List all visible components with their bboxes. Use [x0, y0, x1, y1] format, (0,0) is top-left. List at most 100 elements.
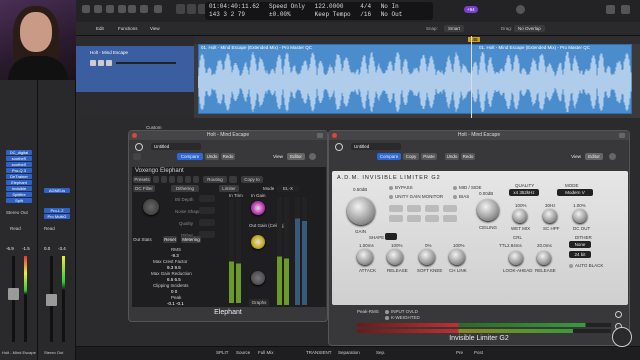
k-weighted-led[interactable] — [385, 316, 389, 320]
mode-select[interactable]: Modern V — [557, 189, 593, 196]
noise-shape-select[interactable] — [199, 207, 215, 214]
output-label[interactable]: Stereo Out — [6, 210, 28, 215]
sc-hpf-knob[interactable] — [543, 209, 557, 223]
redo-button[interactable]: Redo — [221, 153, 235, 160]
close-icon[interactable] — [132, 133, 137, 138]
presets-button[interactable]: Presets — [133, 176, 151, 183]
auto-black-led[interactable] — [569, 264, 573, 268]
bypass-led[interactable] — [389, 186, 393, 190]
adm-compare-button[interactable]: Compare — [377, 153, 401, 160]
record-enable-button[interactable] — [106, 60, 112, 66]
dither-bits-select[interactable]: 24 bit — [569, 251, 591, 258]
adm-redo-button[interactable]: Redo — [461, 153, 475, 160]
stereo-button-5[interactable] — [389, 215, 403, 222]
pre-button[interactable]: Pre — [456, 350, 463, 355]
expand-icon[interactable] — [317, 133, 323, 138]
limiter-toggle[interactable]: Limiter — [219, 185, 239, 192]
drag-select[interactable]: No Overlap — [514, 25, 545, 32]
rewind-icon[interactable] — [176, 4, 185, 14]
reset-button[interactable]: Reset — [163, 236, 177, 243]
soft-knee-knob[interactable] — [419, 249, 435, 265]
preset-a-icon[interactable] — [169, 176, 175, 183]
routing-button[interactable]: Routing — [203, 176, 227, 183]
graphs-select[interactable]: Graphs — [249, 299, 269, 306]
editors-icon[interactable] — [154, 5, 162, 13]
quality-select[interactable]: x4 352kHz — [509, 189, 539, 196]
stereo-button-4[interactable] — [443, 205, 457, 212]
preset-next-icon[interactable] — [161, 176, 167, 183]
look-ahead-knob[interactable] — [509, 251, 523, 265]
preset-b-icon[interactable] — [177, 176, 183, 183]
out-insert-2[interactable]: Pro-L 2 — [44, 208, 70, 213]
dc-filter-toggle[interactable]: DC Filter — [133, 185, 155, 192]
adm-undo-button[interactable]: Undo — [445, 153, 459, 160]
list-editors-icon[interactable] — [606, 5, 615, 14]
source-label[interactable]: Source — [236, 350, 250, 355]
mute-button[interactable] — [90, 60, 96, 66]
insert-slot-5[interactable]: DeTrainer — [6, 174, 32, 179]
release-knob[interactable] — [251, 271, 265, 285]
attack-knob[interactable] — [357, 249, 373, 265]
power-icon[interactable] — [135, 143, 143, 151]
ceiling-knob[interactable] — [477, 199, 499, 221]
dc-out-knob[interactable] — [573, 209, 587, 223]
mixer-icon[interactable] — [140, 5, 148, 13]
dither-select[interactable]: None — [569, 241, 591, 248]
insert-slot-3[interactable]: sootheS — [6, 162, 32, 167]
insert-slot-4[interactable]: Pro-Q 3 — [6, 168, 32, 173]
mode-select[interactable]: EL-X — [277, 185, 299, 192]
adm-expand-icon[interactable] — [619, 133, 625, 138]
adm-preset-select[interactable]: Untitled — [351, 143, 401, 150]
stereo-button-2[interactable] — [407, 205, 421, 212]
playhead-marker[interactable]: 145 — [468, 37, 480, 42]
view-menu[interactable]: View — [150, 26, 160, 31]
insert-slot-9[interactable]: Split — [6, 198, 32, 203]
adm-power-icon[interactable] — [335, 143, 343, 151]
metronome-icon[interactable] — [516, 5, 525, 14]
toolbar-icon[interactable] — [118, 5, 126, 13]
out-insert-1[interactable]: AGNEUs — [44, 188, 70, 193]
fullmix-label[interactable]: Full Mix — [258, 350, 274, 355]
adm-close-icon[interactable] — [332, 133, 337, 138]
insert-slot-2[interactable]: sootheS — [6, 156, 32, 161]
input-ovld-led[interactable] — [385, 310, 389, 314]
bias-led[interactable] — [453, 195, 457, 199]
in-gain-knob[interactable] — [251, 201, 265, 215]
detail-label[interactable]: Sep. — [376, 350, 385, 355]
transport-lcd[interactable]: 01:04:40:11.62 143 3 2 79 Speed Only ±0.00… — [205, 2, 433, 20]
dither-select[interactable] — [199, 231, 215, 238]
preset-back-icon[interactable] — [133, 153, 141, 160]
insert-slot-6[interactable]: Elephant — [6, 180, 32, 185]
preset-d-icon[interactable] — [193, 176, 199, 183]
gain-knob[interactable] — [347, 197, 375, 225]
release2-knob[interactable] — [537, 251, 551, 265]
lcd-badge[interactable]: +94 — [464, 6, 478, 13]
editor-button[interactable]: Editor — [287, 153, 305, 160]
automation-label-out[interactable]: Read — [44, 226, 55, 231]
functions-menu[interactable]: Functions — [118, 26, 138, 31]
adm-view-button[interactable]: View — [569, 153, 583, 160]
separation-label[interactable]: Separation — [338, 350, 360, 355]
stereo-button-1[interactable] — [389, 205, 403, 212]
stereo-button-3[interactable] — [425, 205, 439, 212]
routing-select[interactable] — [229, 176, 237, 183]
dithering-toggle[interactable]: Dithering — [171, 185, 199, 192]
copy-to-button[interactable]: Copy to — [241, 176, 263, 183]
out-gain-knob[interactable] — [251, 235, 265, 249]
ch-link-knob[interactable] — [449, 249, 465, 265]
preset-select[interactable]: Untitled — [151, 143, 201, 150]
quality-select[interactable] — [199, 219, 215, 226]
preset-c-icon[interactable] — [185, 176, 191, 183]
mid-side-led[interactable] — [453, 186, 457, 190]
help-icon[interactable] — [106, 5, 114, 13]
adm-link-icon[interactable] — [609, 153, 616, 160]
track-volume-slider[interactable] — [116, 62, 176, 64]
stereo-button-6[interactable] — [407, 215, 421, 222]
smart-controls-icon[interactable] — [128, 5, 136, 13]
track-header[interactable]: Holt - Mind Escape — [76, 46, 194, 92]
adm-paste-button[interactable]: Paste — [421, 153, 437, 160]
inspector-icon[interactable] — [94, 5, 102, 13]
solo-button[interactable] — [98, 60, 104, 66]
preset-prev-icon[interactable] — [153, 176, 159, 183]
stereo-button-7[interactable] — [425, 215, 439, 222]
